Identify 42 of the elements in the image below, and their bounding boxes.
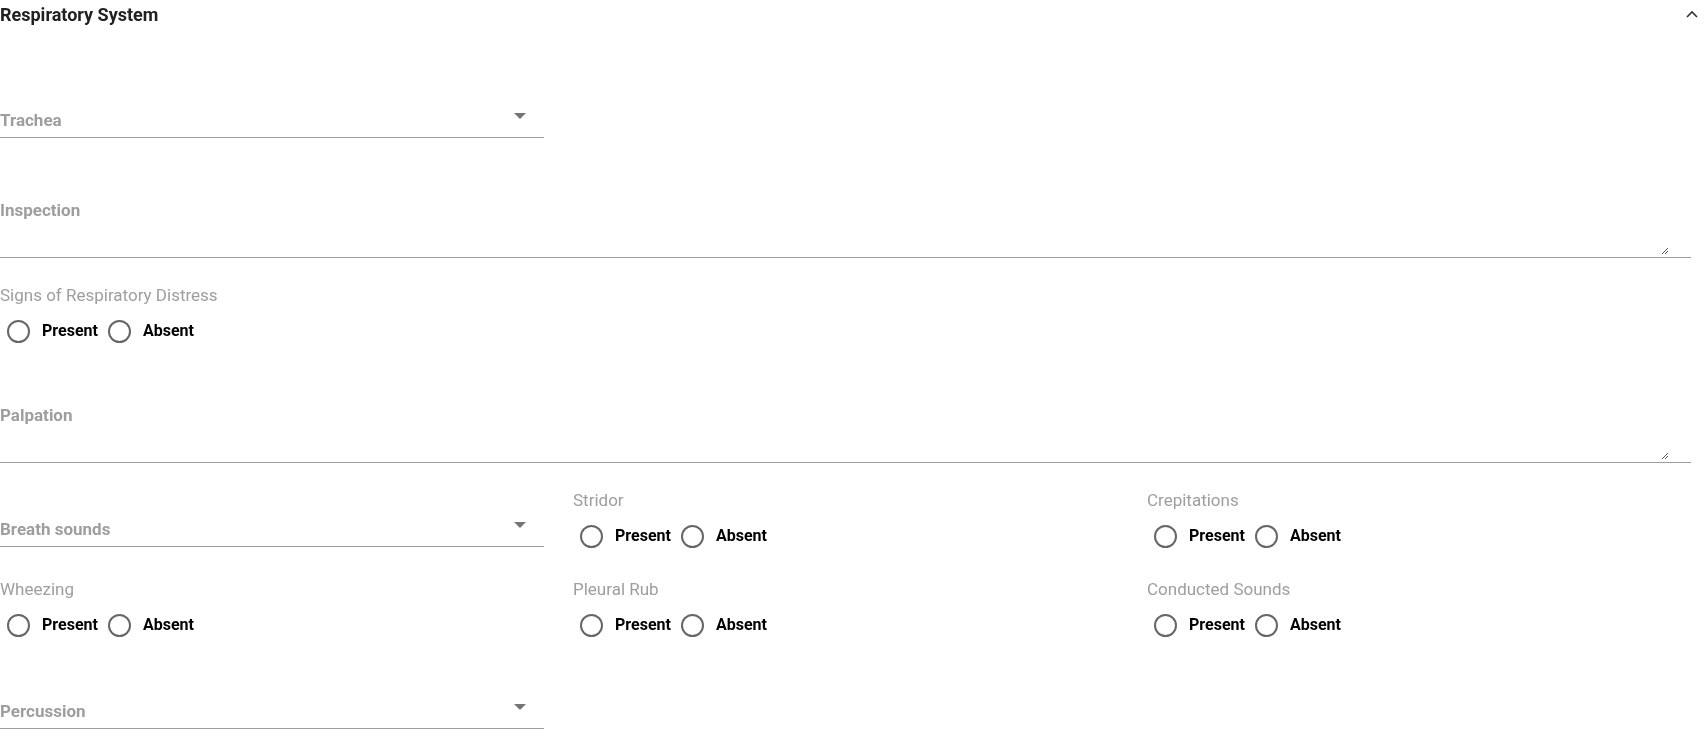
radio-button[interactable] <box>1254 524 1278 548</box>
text-area-field[interactable]: Palpation <box>0 403 1691 463</box>
option-label: Absent <box>1289 525 1341 547</box>
radio-button[interactable] <box>1254 613 1278 637</box>
radio-button[interactable] <box>580 524 603 548</box>
dropdown-icon <box>514 113 526 119</box>
option-label: Present <box>1189 525 1245 547</box>
select-field[interactable]: Percussion <box>0 688 544 729</box>
option-label: Present <box>615 525 671 547</box>
dropdown-icon <box>514 704 526 710</box>
option-label: Present <box>42 320 98 342</box>
option-label: Absent <box>715 525 767 547</box>
text-area-field[interactable]: Inspection <box>0 198 1691 258</box>
option-label: Absent <box>142 320 194 342</box>
option-label: Present <box>42 614 98 636</box>
radio-button[interactable] <box>680 524 704 548</box>
field-label: Crepitations <box>1147 490 1240 510</box>
dropdown-icon <box>514 522 526 528</box>
radio-button[interactable] <box>7 613 30 637</box>
resize-handle-icon <box>1661 452 1669 460</box>
radio-button[interactable] <box>1154 613 1177 637</box>
field-label: Stridor <box>573 490 625 510</box>
radio-button[interactable] <box>7 319 30 343</box>
radio-button[interactable] <box>680 613 704 637</box>
field-label: Pleural Rub <box>573 579 660 599</box>
chevron-up-icon[interactable] <box>1686 10 1698 18</box>
radio-button[interactable] <box>107 613 131 637</box>
select-field[interactable]: Breath sounds <box>0 506 544 547</box>
option-label: Absent <box>715 614 767 636</box>
option-label: Present <box>615 614 671 636</box>
field-label: Signs of Respiratory Distress <box>0 285 219 305</box>
radio-button[interactable] <box>580 613 603 637</box>
radio-button[interactable] <box>107 319 131 343</box>
option-label: Absent <box>1289 614 1341 636</box>
radio-button[interactable] <box>1154 524 1177 548</box>
option-label: Absent <box>142 614 194 636</box>
resize-handle-icon <box>1661 247 1669 255</box>
select-field[interactable]: Trachea <box>0 97 544 138</box>
field-label: Conducted Sounds <box>1147 579 1292 599</box>
field-label: Wheezing <box>0 579 75 599</box>
option-label: Present <box>1189 614 1245 636</box>
section-title: Respiratory System <box>0 2 159 27</box>
